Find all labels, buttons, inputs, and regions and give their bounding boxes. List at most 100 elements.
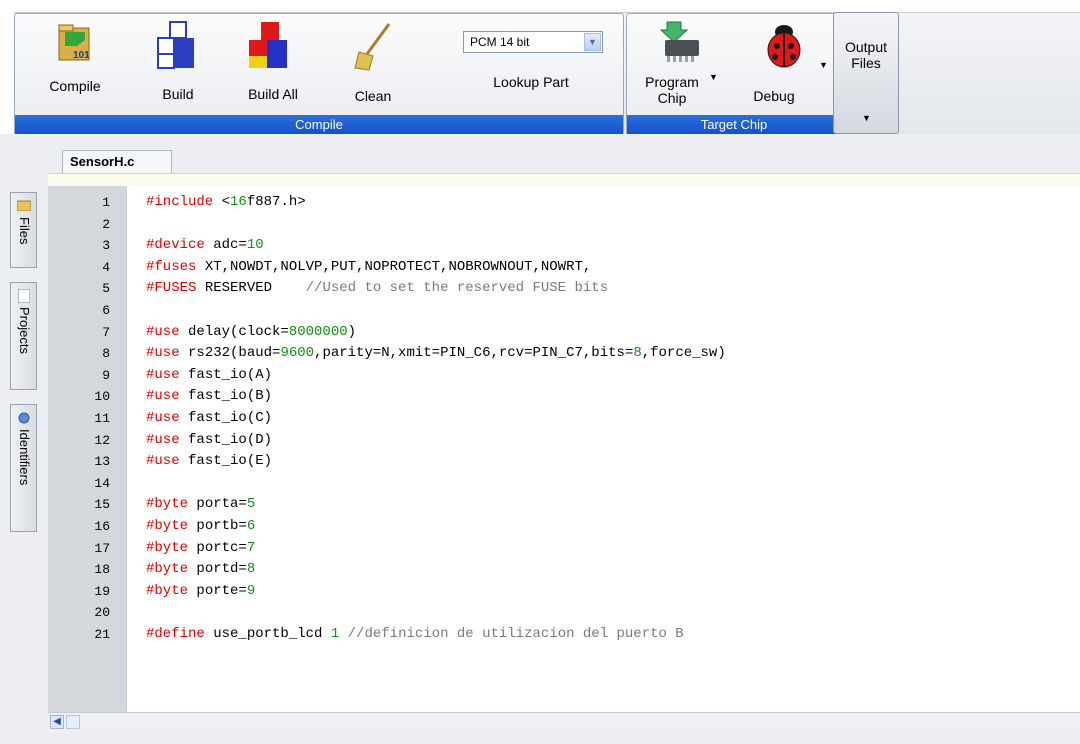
code-token: #use [146, 410, 180, 426]
line-number: 7 [102, 325, 110, 340]
code-line[interactable]: #use fast_io(D) [146, 430, 272, 451]
code-token: #byte [146, 561, 189, 577]
output-files-label-line1: Output [844, 39, 888, 55]
code-line[interactable]: #use fast_io(E) [146, 451, 272, 472]
code-token: #include [146, 194, 214, 210]
code-token: #use [146, 367, 180, 383]
sidebar-tab-identifiers[interactable]: Identifiers [10, 404, 37, 532]
sidebar-tab-files[interactable]: Files [10, 192, 37, 268]
debug-dropdown-icon[interactable]: ▼ [819, 60, 828, 70]
code-token: 8 [246, 561, 256, 577]
svg-text:101: 101 [73, 50, 90, 61]
compile-folder-icon: 101 [58, 24, 90, 61]
code-token: portd= [188, 561, 247, 577]
code-token: fast_io(D) [179, 432, 273, 448]
code-line[interactable]: #use fast_io(A) [146, 365, 272, 386]
ladybug-icon [767, 25, 801, 68]
code-token: #byte [146, 496, 189, 512]
code-token: 9600 [280, 345, 315, 361]
line-number: 12 [94, 433, 110, 448]
line-number: 5 [102, 281, 110, 296]
tab-sensorh-c[interactable]: SensorH.c [62, 150, 172, 174]
line-number: 9 [102, 368, 110, 383]
build-all-label: Build All [248, 86, 298, 102]
code-line[interactable]: #use rs232(baud=9600,parity=N,xmit=PIN_C… [146, 343, 726, 364]
code-line[interactable]: #byte porta=5 [146, 494, 255, 515]
program-chip-label-line1: Program [645, 74, 699, 90]
line-number: 15 [94, 497, 110, 512]
code-token: adc= [204, 237, 247, 253]
code-token: f887.h> [246, 194, 306, 210]
code-line[interactable]: #byte portd=8 [146, 559, 255, 580]
chip-icon [659, 21, 699, 62]
code-line[interactable]: #define use_portb_lcd 1 //definicion de … [146, 624, 684, 645]
tab-label: SensorH.c [70, 154, 135, 169]
build-blocks-icon [157, 21, 194, 69]
sidebar-tab-projects[interactable]: Projects [10, 282, 37, 390]
build-button[interactable]: Build [151, 20, 205, 110]
line-number: 13 [94, 454, 110, 469]
chevron-down-icon[interactable]: ▼ [584, 33, 601, 51]
tab-strip [48, 173, 1080, 186]
code-line[interactable]: #use fast_io(B) [146, 386, 272, 407]
program-chip-label-line2: Chip [657, 90, 687, 106]
line-number: 6 [102, 303, 110, 318]
code-line[interactable]: #fuses XT,NOWDT,NOLVP,PUT,NOPROTECT,NOBR… [146, 257, 591, 278]
sidebar-tab-projects-label: Projects [17, 307, 32, 354]
line-number: 2 [102, 217, 110, 232]
code-token: porte= [188, 583, 247, 599]
compile-button[interactable]: 101 Compile [47, 20, 103, 110]
scroll-left-icon[interactable]: ◀ [50, 715, 64, 729]
output-files-button[interactable]: Output Files ▼ [833, 12, 899, 134]
code-token: #FUSES [146, 280, 197, 296]
lookup-part-label: Lookup Part [493, 74, 569, 90]
code-line[interactable]: #include <16f887.h> [146, 192, 306, 213]
build-all-button[interactable]: Build All [240, 20, 306, 110]
code-token: //definicion de utilizacion del puerto B [347, 626, 684, 642]
line-number: 8 [102, 346, 110, 361]
sidebar-tab-identifiers-label: Identifiers [17, 429, 32, 486]
line-number: 10 [94, 389, 110, 404]
output-files-dropdown-icon[interactable]: ▼ [862, 113, 871, 123]
target-chip-group-caption: Target Chip [627, 115, 841, 134]
code-token: #fuses [146, 259, 197, 275]
code-token: 10 [246, 237, 264, 253]
line-number: 16 [94, 519, 110, 534]
scrollbar-thumb[interactable] [66, 715, 80, 729]
code-token: 6 [246, 518, 256, 534]
build-all-blocks-icon [249, 22, 287, 68]
sidebar-tab-files-label: Files [17, 217, 32, 245]
code-line[interactable]: #FUSES RESERVED //Used to set the reserv… [146, 278, 608, 299]
code-token: 8000000 [288, 324, 348, 340]
line-number: 17 [94, 541, 110, 556]
code-token: portc= [188, 540, 247, 556]
line-number: 19 [94, 584, 110, 599]
identifiers-icon [18, 412, 30, 424]
code-token: 8 [633, 345, 642, 361]
debug-button[interactable]: Debug ▼ [739, 20, 829, 114]
code-line[interactable]: #use delay(clock=8000000) [146, 322, 356, 343]
code-token: #use [146, 453, 180, 469]
compiler-select[interactable]: PCM 14 bit ▼ [463, 31, 603, 53]
output-files-label-line2: Files [851, 55, 881, 71]
code-token: 7 [246, 540, 256, 556]
code-token: #byte [146, 540, 189, 556]
line-number: 4 [102, 260, 110, 275]
code-token: #use [146, 388, 180, 404]
clean-button[interactable]: Clean [345, 20, 401, 110]
program-chip-dropdown-icon[interactable]: ▼ [709, 72, 718, 82]
code-line[interactable]: #device adc=10 [146, 235, 264, 256]
build-label: Build [162, 86, 194, 102]
debug-label: Debug [753, 88, 795, 104]
line-number: 21 [94, 627, 110, 642]
code-token: #device [146, 237, 205, 253]
code-line[interactable]: #byte porte=9 [146, 581, 255, 602]
code-line[interactable]: #byte portb=6 [146, 516, 255, 537]
compile-group-caption: Compile [15, 115, 623, 134]
horizontal-scrollbar[interactable]: ◀ [48, 712, 1080, 731]
compile-label: Compile [49, 78, 101, 94]
code-line[interactable]: #byte portc=7 [146, 538, 255, 559]
lookup-part-button[interactable]: Lookup Part [481, 74, 581, 98]
code-token: fast_io(A) [179, 367, 273, 383]
code-line[interactable]: #use fast_io(C) [146, 408, 272, 429]
